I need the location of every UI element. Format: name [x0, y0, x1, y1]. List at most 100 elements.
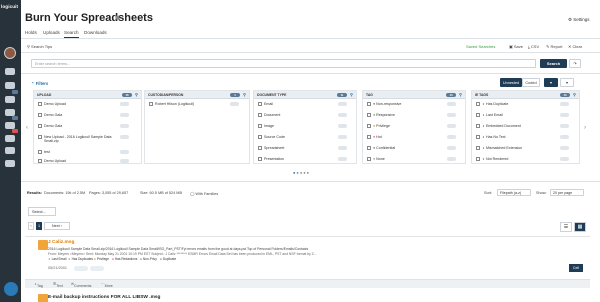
- checkbox[interactable]: [476, 146, 480, 150]
- csv-button[interactable]: ⤓ CSV: [528, 44, 539, 49]
- facet-item[interactable]: ● Hot: [363, 133, 465, 141]
- page-size-select[interactable]: 20 per page: [550, 189, 584, 196]
- support-chat-icon[interactable]: [4, 282, 18, 296]
- text-action[interactable]: ☰ Text: [53, 282, 63, 288]
- save-button[interactable]: ▣ Save: [509, 44, 523, 49]
- facet-item[interactable]: ⚬ Has No Text: [472, 133, 579, 141]
- facet-item[interactable]: Robert Hilson (Logikcull): [145, 100, 249, 108]
- facet-item[interactable]: Image: [254, 122, 356, 130]
- cell-button[interactable]: Cell: [569, 264, 583, 272]
- facet-item[interactable]: ⚬ Mismatched Extension: [472, 144, 579, 152]
- facet-item[interactable]: ● Non-responsive: [363, 100, 465, 108]
- facet-item[interactable]: Demo Gala: [34, 111, 141, 119]
- checkbox[interactable]: [367, 124, 371, 128]
- search-input[interactable]: Enter search terms...: [31, 59, 536, 68]
- document-title[interactable]: E-mail backup instructions FOR ALL LIBSW…: [48, 295, 160, 300]
- checkbox[interactable]: [258, 146, 262, 150]
- facet-item[interactable]: ⚬ Has Duplicate: [472, 100, 579, 108]
- more-action[interactable]: ··· More: [101, 282, 113, 288]
- logout-icon[interactable]: [5, 160, 15, 167]
- search-icon[interactable]: ⚲: [135, 92, 138, 97]
- next-page-button[interactable]: Next ›: [44, 222, 70, 230]
- document-title[interactable]: J Caliz.msg: [48, 240, 74, 245]
- facet-item[interactable]: ⚬ Embedded Document: [472, 122, 579, 130]
- facet-item[interactable]: Email: [254, 100, 356, 108]
- checkbox[interactable]: [476, 157, 480, 161]
- checkbox[interactable]: [476, 102, 480, 106]
- mail-icon[interactable]: [5, 82, 15, 89]
- search-icon[interactable]: ⚲: [459, 92, 462, 97]
- with-families-toggle[interactable]: ◯ With Families: [190, 191, 218, 196]
- grid-view-icon[interactable]: ▦: [574, 222, 586, 232]
- filters-toggle[interactable]: ⌃ Filters: [31, 81, 48, 86]
- checkbox[interactable]: [258, 157, 262, 161]
- checkbox[interactable]: [258, 102, 262, 106]
- tab-uploads[interactable]: Uploads: [43, 30, 60, 35]
- facet-item[interactable]: Document: [254, 111, 356, 119]
- facet-item[interactable]: ● Responsive: [363, 111, 465, 119]
- facet-item[interactable]: ● None: [363, 155, 465, 163]
- folder-icon[interactable]: [5, 96, 15, 103]
- settings-button[interactable]: ⚙ Settings: [568, 17, 590, 23]
- checkbox[interactable]: [38, 113, 42, 117]
- unnested-toggle[interactable]: Unnested: [500, 78, 522, 87]
- checkbox[interactable]: [367, 102, 371, 106]
- favorite-icon[interactable]: ■: [115, 13, 120, 22]
- checkbox[interactable]: [476, 135, 480, 139]
- facet-item[interactable]: Spreadsheet: [254, 144, 356, 152]
- checkbox[interactable]: [149, 102, 153, 106]
- facet-item[interactable]: Demo Upload: [34, 100, 141, 108]
- search-icon[interactable]: ⚲: [573, 92, 576, 97]
- facet-item[interactable]: New Upload - 2016 Logikcull Sample Data …: [34, 133, 141, 145]
- saved-searches-button[interactable]: Saved Searches: [466, 44, 495, 49]
- facet-item[interactable]: Demo Upload: [34, 157, 141, 165]
- facet-item[interactable]: ⚬ Not Rendered: [472, 155, 579, 163]
- bulk-select-dropdown[interactable]: Select...: [28, 207, 56, 216]
- checkbox[interactable]: [258, 135, 262, 139]
- page-1-button[interactable]: 1: [36, 222, 42, 230]
- report-button[interactable]: ✎ Report: [546, 44, 562, 49]
- facet-item[interactable]: ● Privilege: [363, 122, 465, 130]
- facet-pagination-dots[interactable]: ●●●●●: [293, 170, 310, 175]
- chat-icon[interactable]: [5, 109, 15, 116]
- search-icon[interactable]: ⚲: [243, 92, 246, 97]
- sort-select[interactable]: Filepath (a-z): [497, 189, 531, 196]
- tab-holds[interactable]: Holds: [25, 30, 37, 35]
- checkbox[interactable]: [367, 135, 371, 139]
- prev-page-button[interactable]: ‹: [28, 222, 34, 230]
- list-view-icon[interactable]: ☰: [560, 222, 572, 232]
- facet-item[interactable]: Demo Gala: [34, 122, 141, 130]
- comments-action[interactable]: ✉ Comments: [71, 282, 91, 288]
- filter-settings-icon[interactable]: ▾: [560, 78, 574, 87]
- checkbox[interactable]: [367, 146, 371, 150]
- checkbox[interactable]: [258, 124, 262, 128]
- checkbox[interactable]: [367, 157, 371, 161]
- checkbox[interactable]: [38, 159, 42, 163]
- facet-item[interactable]: Source Code: [254, 133, 356, 141]
- checkbox[interactable]: [367, 113, 371, 117]
- projects-icon[interactable]: [5, 68, 15, 75]
- checkbox[interactable]: [38, 150, 42, 154]
- checkbox[interactable]: [38, 102, 42, 106]
- gear-icon[interactable]: [5, 147, 15, 154]
- checkbox[interactable]: [476, 124, 480, 128]
- search-options-icon[interactable]: ↷: [569, 59, 581, 68]
- facet-scroll-right-icon[interactable]: ›: [584, 125, 586, 131]
- facet-scroll-left-icon[interactable]: ‹: [26, 125, 28, 131]
- clear-button[interactable]: ✕ Clear: [568, 44, 582, 49]
- checkbox[interactable]: [38, 124, 42, 128]
- tab-search[interactable]: Search: [64, 30, 79, 38]
- checkbox[interactable]: [258, 113, 262, 117]
- filter-layout-icon[interactable]: ▾: [544, 78, 558, 87]
- tag-action[interactable]: ⚬ Tag: [34, 282, 43, 288]
- help-icon[interactable]: [5, 135, 15, 142]
- facet-item[interactable]: Presentation: [254, 155, 356, 163]
- search-button[interactable]: Search: [540, 59, 567, 68]
- tab-downloads[interactable]: Downloads: [84, 30, 107, 35]
- search-icon[interactable]: ⚲: [350, 92, 353, 97]
- search-tips-link[interactable]: ⚲ Search Tips: [27, 44, 52, 49]
- coded-toggle[interactable]: Coded: [522, 78, 540, 87]
- checkbox[interactable]: [476, 113, 480, 117]
- checkbox[interactable]: [38, 135, 42, 139]
- facet-item[interactable]: ● Confidential: [363, 144, 465, 152]
